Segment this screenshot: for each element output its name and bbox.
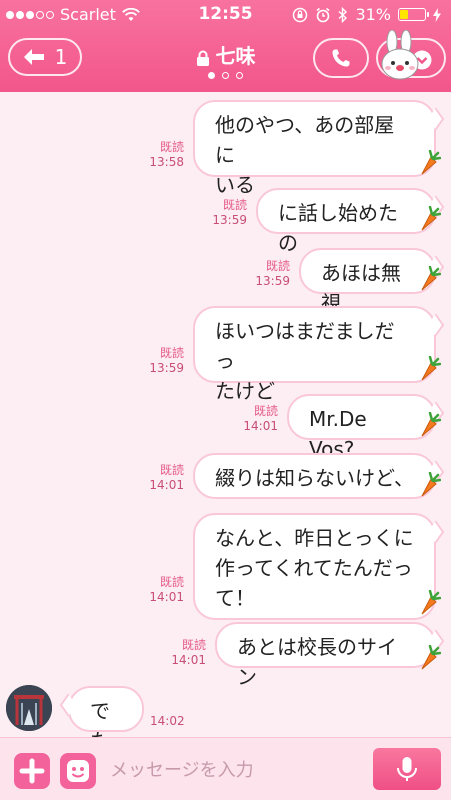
carrot-icon (421, 356, 441, 381)
outgoing-message[interactable]: 他のやつ、あの部屋に いる (193, 100, 436, 197)
outgoing-message[interactable]: に話し始めたの (256, 188, 436, 255)
message-input-bar: メッセージを入力 (0, 737, 451, 800)
read-status: 既読 14:01 (243, 404, 278, 433)
microphone-icon (397, 757, 417, 781)
carrot-icon (421, 206, 441, 231)
header-bar: Scarlet 12:55 31% 1 七味 (0, 0, 451, 92)
status-icons: 31% (292, 5, 441, 24)
read-status: 既読 13:59 (255, 259, 290, 288)
smiley-icon (67, 760, 89, 782)
read-status: 既読 14:01 (149, 575, 184, 604)
voice-button[interactable] (373, 748, 441, 790)
alarm-icon (316, 7, 330, 22)
avatar-photo-icon (6, 685, 52, 731)
read-status: 既読 14:01 (171, 638, 206, 667)
phone-icon (332, 49, 350, 67)
message-time: 14:02 (150, 714, 185, 728)
charging-icon (433, 7, 441, 22)
avatar[interactable] (6, 685, 52, 731)
read-status: 既読 14:01 (149, 463, 184, 492)
incoming-message[interactable]: でた (68, 686, 144, 753)
call-button[interactable] (313, 38, 369, 78)
read-status: 既読 13:58 (149, 140, 184, 169)
carrot-icon (421, 150, 441, 175)
emoji-button[interactable] (60, 753, 96, 789)
outgoing-message[interactable]: 綴りは知らないけど、 (193, 453, 436, 499)
battery-percent: 31% (355, 5, 391, 24)
plus-icon (19, 758, 45, 784)
read-status: 既読 13:59 (149, 346, 184, 375)
outgoing-message[interactable]: あほは無視 (299, 248, 436, 315)
carrot-icon (421, 645, 441, 670)
page-title: 七味 (215, 44, 256, 68)
battery-icon (398, 8, 429, 21)
status-bar: Scarlet 12:55 31% (0, 0, 451, 28)
lock-icon (196, 50, 209, 66)
read-status: 既読 13:59 (212, 198, 247, 227)
rotation-lock-icon (293, 7, 308, 22)
add-button[interactable] (14, 753, 50, 789)
bluetooth-icon (338, 6, 348, 23)
carrot-icon (421, 472, 441, 497)
message-input[interactable]: メッセージを入力 (110, 756, 254, 782)
outgoing-message[interactable]: ほいつはまだましだっ たけど (193, 306, 436, 403)
carrot-icon (421, 266, 441, 291)
outgoing-message[interactable]: あとは校長のサイン (215, 622, 436, 689)
carrot-icon (421, 412, 441, 437)
bunny-sticker-icon (381, 30, 419, 80)
outgoing-message[interactable]: なんと、昨日とっくに 作ってくれてたんだっ て！ (193, 513, 436, 620)
chat-area[interactable]: 既読 13:58 他のやつ、あの部屋に いる 既読 13:59 に話し始めたの 既読… (0, 92, 451, 753)
outgoing-message[interactable]: Mr.De Vos? (287, 394, 436, 461)
carrot-icon (421, 590, 441, 615)
